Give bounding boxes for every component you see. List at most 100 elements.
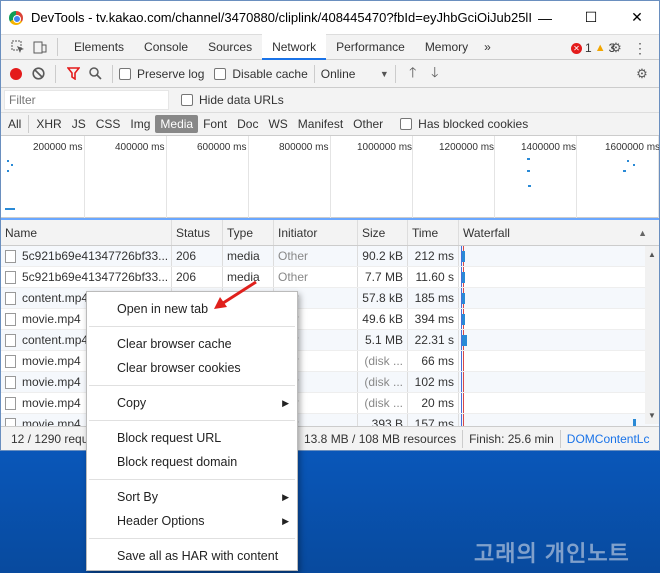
filter-input[interactable] [4,90,169,110]
overview-marker [7,170,9,172]
table-scrollbar[interactable]: ▲ ▼ [645,246,659,424]
load-event-line [463,372,464,392]
overview-marker [633,164,635,166]
filter-type-xhr[interactable]: XHR [31,115,66,133]
filter-type-media[interactable]: Media [155,115,199,133]
has-blocked-cookies-checkbox[interactable]: Has blocked cookies [400,117,528,131]
load-event-line [463,393,464,413]
record-icon[interactable] [5,63,27,85]
cell-waterfall [459,267,657,287]
filter-type-ws[interactable]: WS [263,115,292,133]
device-toolbar-icon[interactable] [29,36,51,58]
load-event-line [463,351,464,371]
column-header-size[interactable]: Size [358,220,408,245]
filter-row: Hide data URLs [1,88,659,113]
filter-type-manifest[interactable]: Manifest [293,115,348,133]
waterfall-bar [462,335,467,346]
column-header-initiator[interactable]: Initiator [274,220,358,245]
cell-size: 5.1 MB [358,330,408,350]
overview-marker [11,164,13,166]
cell-size: 90.2 kB [358,246,408,266]
column-header-waterfall[interactable]: Waterfall ▲ [459,220,657,245]
tab-console[interactable]: Console [134,34,198,60]
file-icon [5,354,16,368]
column-header-name[interactable]: Name [1,220,172,245]
cell-initiator: Other [274,267,358,287]
menu-separator [89,420,295,421]
cell-waterfall [459,309,657,329]
settings-gear-icon[interactable]: ⚙ [605,37,627,59]
context-menu: Open in new tab Clear browser cache Clea… [86,291,298,571]
filter-type-js[interactable]: JS [67,115,91,133]
more-tabs-button[interactable]: » [478,34,497,60]
overview-tick [576,136,577,218]
timeline-overview[interactable]: 200000 ms 400000 ms 600000 ms 800000 ms … [1,136,659,218]
cell-size-text: 49.6 kB [362,312,403,326]
import-har-icon[interactable]: 🡑 [402,63,424,85]
filter-icon[interactable] [62,63,84,85]
overview-tick-label: 1400000 ms [521,142,577,153]
cell-waterfall [459,351,657,371]
cell-size: (disk ... [358,393,408,413]
overview-marker [627,160,629,162]
network-settings-gear-icon[interactable]: ⚙ [631,63,653,85]
network-toolbar: Preserve log Disable cache Online ▼ 🡑 🡓 … [1,60,659,88]
tab-network[interactable]: Network [262,34,327,60]
tab-sources[interactable]: Sources [198,34,262,60]
minimize-button[interactable]: — [522,1,568,34]
table-row[interactable]: 5c921b69e41347726bf33... 206 media Other 7.7… [1,267,659,288]
file-icon [5,375,16,389]
inspect-element-icon[interactable] [7,36,29,58]
cell-time-text: 66 ms [421,354,454,368]
hide-data-urls-checkbox[interactable]: Hide data URLs [181,93,284,107]
menu-item-block-domain[interactable]: Block request domain [87,450,297,474]
tab-elements[interactable]: Elements [64,34,134,60]
cell-name-text: movie.mp4 [22,375,81,389]
clear-icon[interactable] [27,63,49,85]
menu-item-save-har[interactable]: Save all as HAR with content [87,544,297,568]
cell-name-text: movie.mp4 [22,354,81,368]
filter-type-font[interactable]: Font [198,115,232,133]
menu-item-copy[interactable]: Copy ▶ [87,391,297,415]
filter-type-doc[interactable]: Doc [232,115,263,133]
overview-marker [623,170,626,172]
cell-initiator-text: Other [278,270,309,284]
waterfall-bar [462,293,465,304]
cell-time: 20 ms [408,393,459,413]
menu-item-header-options[interactable]: Header Options ▶ [87,509,297,533]
preserve-log-checkbox[interactable]: Preserve log [119,67,204,81]
menu-item-sort-by-label: Sort By [117,490,158,504]
filter-type-img[interactable]: Img [125,115,155,133]
warning-icon: ▲ [594,42,606,54]
throttling-select[interactable]: Online ▼ [321,67,389,81]
status-divider [462,429,464,448]
cell-initiator-text: Other [278,249,309,263]
menu-item-clear-cache[interactable]: Clear browser cache [87,332,297,356]
menu-item-sort-by[interactable]: Sort By ▶ [87,485,297,509]
filter-type-all[interactable]: All [3,115,26,133]
has-blocked-cookies-label: Has blocked cookies [418,117,529,131]
menu-item-open-new-tab[interactable]: Open in new tab [87,297,297,321]
column-header-status[interactable]: Status [172,220,223,245]
menu-item-clear-cookies[interactable]: Clear browser cookies [87,356,297,380]
tab-performance[interactable]: Performance [326,34,415,60]
export-har-icon[interactable]: 🡓 [424,63,446,85]
cell-time-text: 22.31 s [414,333,454,347]
toolbar-divider [112,64,113,83]
table-row[interactable]: 5c921b69e41347726bf33... 206 media Other 90.… [1,246,659,267]
menu-item-block-url[interactable]: Block request URL [87,426,297,450]
cell-waterfall [459,246,657,266]
cell-time-text: 394 ms [414,312,454,326]
hide-data-urls-label: Hide data URLs [199,93,284,107]
column-header-time[interactable]: Time [408,220,459,245]
tab-memory[interactable]: Memory [415,34,478,60]
filter-type-other[interactable]: Other [348,115,388,133]
close-button[interactable]: ✕ [614,1,659,34]
cell-name-text: content.mp4 [22,333,89,347]
disable-cache-checkbox[interactable]: Disable cache [214,67,308,81]
filter-type-css[interactable]: CSS [91,115,126,133]
search-icon[interactable] [84,63,106,85]
maximize-button[interactable]: ☐ [568,1,614,34]
column-header-type[interactable]: Type [223,220,274,245]
kebab-menu-icon[interactable]: ⋮ [629,37,651,59]
